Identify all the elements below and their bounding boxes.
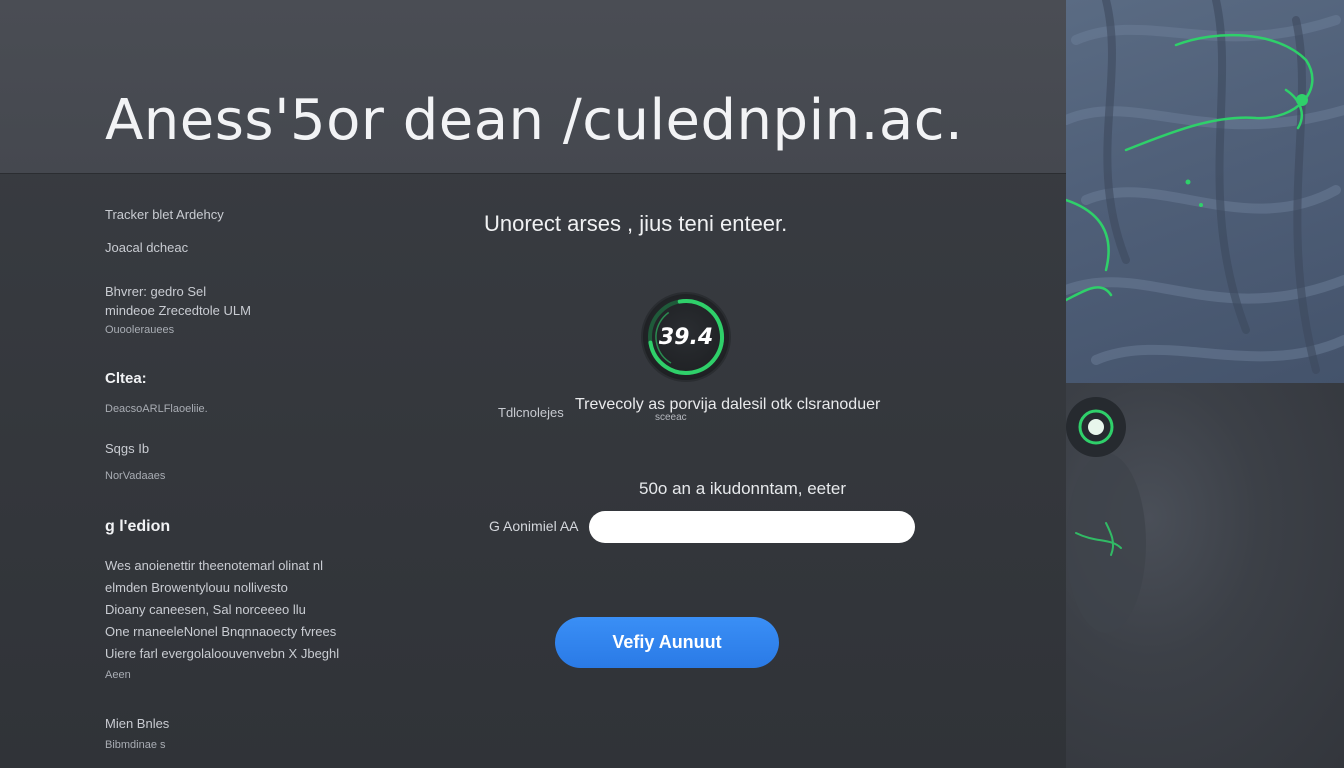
verification-headline: Unorect arses , jius teni enteer. bbox=[484, 211, 788, 236]
sidebar-line-1: Tracker blet Ardehcy bbox=[105, 207, 224, 222]
details-sidebar: Tracker blet Ardehcy Joacal dcheac Bhvre… bbox=[0, 174, 420, 768]
sidebar-paragraph-line-1: Wes anoienettir theenotemarl olinat nl bbox=[105, 558, 323, 573]
sidebar-paragraph-line-6: Aeen bbox=[105, 669, 131, 681]
sidebar-line-4: mindeoe Zrecedtole ULM bbox=[105, 303, 251, 318]
decorative-art-top bbox=[1066, 0, 1344, 383]
sidebar-line-5: Ouoolerauees bbox=[105, 324, 175, 336]
sidebar-line-7: Sqgs Ib bbox=[105, 441, 150, 456]
score-ring: 39.4 bbox=[638, 289, 734, 385]
abstract-orb-illustration bbox=[1066, 397, 1146, 633]
input-prompt: 50o an a ikudonntam, eeter bbox=[639, 479, 846, 498]
account-field-label: G Aonimiel AA bbox=[489, 518, 579, 534]
sidebar-footer-line-2: Bibmdinae s bbox=[105, 739, 166, 751]
sidebar-paragraph-line-2: elmden Browentylouu nollivesto bbox=[105, 580, 288, 595]
verify-account-button[interactable]: Vefiy Aunuut bbox=[555, 617, 779, 668]
decorative-art-bottom bbox=[1066, 383, 1344, 768]
sidebar-line-3: Bhvrer: gedro Sel bbox=[105, 284, 207, 299]
account-input[interactable] bbox=[589, 511, 915, 543]
score-description-sub: sceeac bbox=[655, 412, 687, 423]
score-description: Trevecoly as porvija dalesil otk clsrano… bbox=[575, 396, 881, 413]
score-value: 39.4 bbox=[658, 324, 714, 350]
header-bar: Aness'5or dean /culednpin.ac. bbox=[0, 0, 1066, 174]
sidebar-paragraph-line-3: Dioany caneesen, Sal norceeeo llu bbox=[105, 602, 306, 617]
ring-dot-icon bbox=[1066, 397, 1126, 457]
sidebar-paragraph-line-5: Uiere farl evergolaloouvenvebn X Jbeghl bbox=[105, 646, 340, 661]
page-title: Aness'5or dean /culednpin.ac. bbox=[105, 88, 964, 153]
sidebar-footer-line-1: Mien Bnles bbox=[105, 716, 170, 731]
metric-caption: Tdlcnolejes bbox=[498, 405, 564, 420]
sidebar-line-2: Joacal dcheac bbox=[105, 240, 189, 255]
sidebar-line-8: NorVadaaes bbox=[105, 470, 166, 482]
sidebar-paragraph-line-4: One rnaneeleNonel Bnqnnaoecty fvrees bbox=[105, 624, 337, 639]
sidebar-heading-1: Cltea: bbox=[105, 370, 147, 387]
main-panel: Aness'5or dean /culednpin.ac. Tracker bl… bbox=[0, 0, 1066, 768]
abstract-strokes-illustration bbox=[1066, 0, 1344, 374]
sidebar-heading-2: g l'edion bbox=[105, 518, 171, 535]
sidebar-line-6: DeacsoARLFlaoeliie. bbox=[105, 403, 208, 415]
